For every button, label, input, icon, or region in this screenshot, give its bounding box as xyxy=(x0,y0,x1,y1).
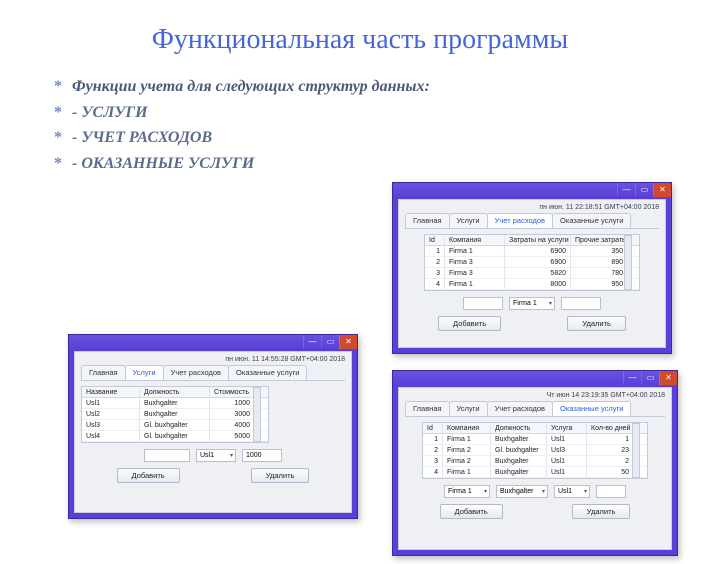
tab-main[interactable]: Главная xyxy=(405,401,450,416)
titlebar[interactable]: — ▭ ✕ xyxy=(393,371,677,385)
table-row[interactable]: 1Firma 1BuxhgalterUsl11 xyxy=(423,434,647,445)
tab-strip: Главная Услуги Учет расходов Оказанные у… xyxy=(405,213,659,229)
tab-okazannye[interactable]: Оказанные услуги xyxy=(552,213,631,228)
col-company: Компания xyxy=(445,235,505,245)
close-icon[interactable]: ✕ xyxy=(339,335,357,349)
close-icon[interactable]: ✕ xyxy=(659,371,677,385)
add-button[interactable]: Добавить xyxy=(117,468,180,483)
tab-okazannye[interactable]: Оказанные услуги xyxy=(552,401,631,416)
company-dropdown[interactable]: Firma 1 xyxy=(444,485,490,498)
tab-okazannye[interactable]: Оказанные услуги xyxy=(228,365,307,380)
table-row[interactable]: Usl3Gl. buxhgalter4000 xyxy=(82,420,268,431)
timestamp-label: Чт июн 14 23:19:35 GMT+04:00 2018 xyxy=(405,392,665,399)
scrollbar[interactable] xyxy=(632,423,640,478)
table-header: Название Должность Стоимость xyxy=(82,387,268,398)
tab-rashody[interactable]: Учет расходов xyxy=(487,213,553,228)
window-okazannye: — ▭ ✕ Чт июн 14 23:19:35 GMT+04:00 2018 … xyxy=(392,370,678,556)
field-2[interactable] xyxy=(561,297,601,310)
col-cost: Стоимость xyxy=(210,387,254,397)
tab-uslugi[interactable]: Услуги xyxy=(125,365,164,380)
tab-main[interactable]: Главная xyxy=(405,213,450,228)
col-days: Кол-во дней xyxy=(587,423,633,433)
table-row[interactable]: 4Firma 18000950 xyxy=(425,279,639,290)
role-dropdown[interactable]: Buxhgalter xyxy=(496,485,548,498)
delete-button[interactable]: Удалить xyxy=(572,504,631,519)
field-1[interactable] xyxy=(463,297,503,310)
maximize-icon[interactable]: ▭ xyxy=(321,335,339,349)
table-row[interactable]: Usl1Buxhgalter1000 xyxy=(82,398,268,409)
tab-strip: Главная Услуги Учет расходов Оказанные у… xyxy=(81,365,345,381)
col-other-cost: Прочие затраты xyxy=(571,235,627,245)
table-row[interactable]: 4Firma 1BuxhgalterUsl150 xyxy=(423,467,647,478)
bullet-list: Функции учета для следующих структур дан… xyxy=(54,74,720,176)
close-icon[interactable]: ✕ xyxy=(653,183,671,197)
table-row[interactable]: 3Firma 2BuxhgalterUsl12 xyxy=(423,456,647,467)
col-id: Id xyxy=(423,423,443,433)
delete-button[interactable]: Удалить xyxy=(567,316,626,331)
window-rashody: — ▭ ✕ пн июн. 11 22:18:51 GMT+04:00 2018… xyxy=(392,182,672,354)
maximize-icon[interactable]: ▭ xyxy=(641,371,659,385)
add-button[interactable]: Добавить xyxy=(440,504,503,519)
bullet-item: - ОКАЗАННЫЕ УСЛУГИ xyxy=(54,151,720,177)
tab-rashody[interactable]: Учет расходов xyxy=(163,365,229,380)
col-service: Услуга xyxy=(547,423,587,433)
tab-strip: Главная Услуги Учет расходов Оказанные у… xyxy=(405,401,665,417)
slide-title: Функциональная часть программы xyxy=(0,24,720,56)
bullet-item: - УЧЕТ РАСХОДОВ xyxy=(54,125,720,151)
table-row[interactable]: Usl4Gl. buxhgalter5000 xyxy=(82,431,268,442)
table-row[interactable]: Usl2Buxhgalter3000 xyxy=(82,409,268,420)
col-role: Должность xyxy=(491,423,547,433)
table-row[interactable]: 3Firma 35820780 xyxy=(425,268,639,279)
days-field[interactable] xyxy=(596,485,626,498)
titlebar[interactable]: — ▭ ✕ xyxy=(393,183,671,197)
timestamp-label: пн июн. 11 14:55:28 GMT+04:00 2018 xyxy=(81,356,345,363)
maximize-icon[interactable]: ▭ xyxy=(635,183,653,197)
table-header: Id Компания Затраты на услуги Прочие зат… xyxy=(425,235,639,246)
bullet-item: - УСЛУГИ xyxy=(54,100,720,126)
minimize-icon[interactable]: — xyxy=(303,335,321,349)
titlebar[interactable]: — ▭ ✕ xyxy=(69,335,357,349)
table-row[interactable]: 2Firma 36900890 xyxy=(425,257,639,268)
tab-uslugi[interactable]: Услуги xyxy=(449,213,488,228)
delete-button[interactable]: Удалить xyxy=(251,468,310,483)
scrollbar[interactable] xyxy=(253,387,261,442)
bullet-item: Функции учета для следующих структур дан… xyxy=(54,74,720,100)
col-role: Должность xyxy=(140,387,210,397)
tab-uslugi[interactable]: Услуги xyxy=(449,401,488,416)
tab-rashody[interactable]: Учет расходов xyxy=(487,401,553,416)
col-id: Id xyxy=(425,235,445,245)
cost-field[interactable]: 1000 xyxy=(242,449,282,462)
table-row[interactable]: 1Firma 16900350 xyxy=(425,246,639,257)
service-dropdown[interactable]: Usl1 xyxy=(554,485,590,498)
role-dropdown[interactable]: Usl1 xyxy=(196,449,236,462)
table-row[interactable]: 2Firma 2Gl. buxhgalterUsl323 xyxy=(423,445,647,456)
timestamp-label: пн июн. 11 22:18:51 GMT+04:00 2018 xyxy=(405,204,659,211)
col-company: Компания xyxy=(443,423,491,433)
minimize-icon[interactable]: — xyxy=(617,183,635,197)
company-dropdown[interactable]: Firma 1 xyxy=(509,297,555,310)
window-uslugi: — ▭ ✕ пн июн. 11 14:55:28 GMT+04:00 2018… xyxy=(68,334,358,519)
name-field[interactable] xyxy=(144,449,190,462)
scrollbar[interactable] xyxy=(624,235,632,290)
tab-main[interactable]: Главная xyxy=(81,365,126,380)
table-header: Id Компания Должность Услуга Кол-во дней xyxy=(423,423,647,434)
col-service-cost: Затраты на услуги xyxy=(505,235,571,245)
add-button[interactable]: Добавить xyxy=(438,316,501,331)
minimize-icon[interactable]: — xyxy=(623,371,641,385)
col-name: Название xyxy=(82,387,140,397)
